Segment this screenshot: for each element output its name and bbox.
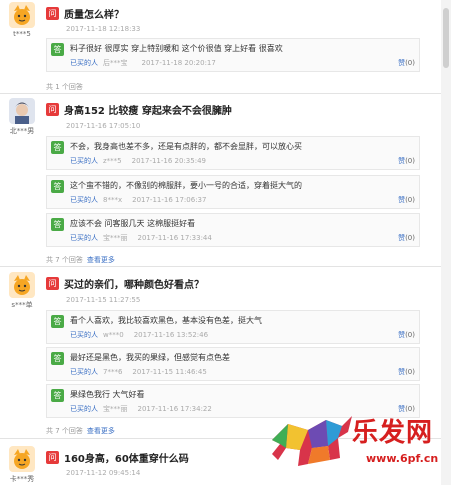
- like-count: (0): [405, 157, 415, 165]
- question-text[interactable]: 160身高，60体重穿什么码: [64, 450, 189, 465]
- like-button[interactable]: 赞(0): [398, 195, 415, 205]
- view-more-link[interactable]: 查看更多: [87, 256, 115, 264]
- answer-time: 2017-11-16 17:34:22: [137, 405, 212, 413]
- question-tag: 问: [46, 277, 59, 290]
- question-row: 问 质量怎么样？: [46, 6, 124, 21]
- answer-user: w***0: [103, 331, 124, 339]
- answer-text: 看个人喜欢，我比较喜欢黑色，基本没有色差，挺大气: [70, 316, 262, 325]
- answer-user: 8***x: [103, 196, 123, 204]
- answer-text: 这个蛮不错的，不像别的棉服胖，要小一号的合适，穿着挺大气的: [70, 181, 302, 190]
- like-count: (0): [405, 59, 415, 67]
- asker: s***单: [4, 272, 40, 310]
- answer-count-text: 共 7 个回答: [46, 256, 83, 264]
- watermark: 乐发网 www.6pf.cn: [268, 402, 448, 482]
- asker-username: 卡***秀: [9, 475, 35, 483]
- avatar[interactable]: [9, 446, 35, 472]
- like-count: (0): [405, 331, 415, 339]
- asker-username: 北***男: [9, 127, 35, 135]
- like-count: (0): [405, 234, 415, 242]
- buyer-label[interactable]: 已买的人: [70, 233, 98, 243]
- question-tag: 问: [46, 451, 59, 464]
- view-more-link[interactable]: 查看更多: [87, 427, 115, 435]
- answer-user: 后***宝: [103, 59, 128, 67]
- answer-card: 答不会，我身高也差不多，还是有点胖的，都不会显胖，可以放心买 已买的人 z***5…: [46, 136, 420, 170]
- answer-user: 宝***丽: [103, 234, 128, 242]
- answer-tag: 答: [51, 141, 64, 154]
- answer-card: 答应该不会 问客服几天 这棉服挺好看 已买的人 宝***丽 2017-11-16 1…: [46, 213, 420, 247]
- answer-time: 2017-11-15 11:46:45: [132, 368, 207, 376]
- answer-time: 2017-11-16 17:33:44: [137, 234, 212, 242]
- answer-card: 答这个蛮不错的，不像别的棉服胖，要小一号的合适，穿着挺大气的 已买的人 8***x…: [46, 175, 420, 209]
- answer-count-text: 共 7 个回答: [46, 427, 83, 435]
- answer-time: 2017-11-18 20:20:17: [141, 59, 216, 67]
- answer-card: 答最好还是黑色，我买的果绿，但感觉有点色差 已买的人 7***6 2017-11-1…: [46, 347, 420, 381]
- question-tag: 问: [46, 7, 59, 20]
- question-tag: 问: [46, 103, 59, 116]
- divider: [0, 266, 451, 267]
- like-count: (0): [405, 196, 415, 204]
- like-button[interactable]: 赞(0): [398, 156, 415, 166]
- like-button[interactable]: 赞(0): [398, 367, 415, 377]
- answer-time: 2017-11-16 20:35:49: [131, 157, 206, 165]
- watermark-url: www.6pf.cn: [366, 452, 439, 465]
- answer-time: 2017-11-16 13:52:46: [133, 331, 209, 339]
- like-button[interactable]: 赞(0): [398, 330, 415, 340]
- answer-tag: 答: [51, 180, 64, 193]
- answer-tag: 答: [51, 315, 64, 328]
- answer-time: 2017-11-16 17:06:37: [132, 196, 207, 204]
- question-time: 2017-11-15 11:27:55: [66, 296, 141, 304]
- answer-count-text: 共 1 个回答: [46, 83, 83, 91]
- answer-count: 共 1 个回答: [46, 82, 83, 92]
- answer-text: 应该不会 问客服几天 这棉服挺好看: [70, 219, 196, 228]
- answer-tag: 答: [51, 389, 64, 402]
- question-time: 2017-11-16 17:05:10: [66, 122, 141, 130]
- asker: 卡***秀: [4, 446, 40, 484]
- answer-tag: 答: [51, 43, 64, 56]
- answer-text: 料子很好 很厚实 穿上特别暖和 这个价很值 穿上好看 很喜欢: [70, 44, 283, 53]
- answer-text: 最好还是黑色，我买的果绿，但感觉有点色差: [70, 353, 230, 362]
- qa-page: t***5 问 质量怎么样？ 2017-11-18 12:18:33 答料子很好…: [0, 0, 451, 485]
- buyer-label[interactable]: 已买的人: [70, 330, 98, 340]
- avatar[interactable]: [9, 272, 35, 298]
- buyer-label[interactable]: 已买的人: [70, 195, 98, 205]
- question-text[interactable]: 身高152 比较瘦 穿起来会不会很臃肿: [64, 102, 232, 117]
- like-button[interactable]: 赞(0): [398, 58, 415, 68]
- question-row: 问 买过的亲们，哪种颜色好看点？: [46, 276, 204, 291]
- answer-count: 共 7 个回答 查看更多: [46, 426, 115, 436]
- question-text[interactable]: 质量怎么样？: [64, 6, 124, 21]
- like-count: (0): [405, 368, 415, 376]
- buyer-label[interactable]: 已买的人: [70, 367, 98, 377]
- question-row: 问 身高152 比较瘦 穿起来会不会很臃肿: [46, 102, 232, 117]
- watermark-title: 乐发网: [352, 418, 434, 448]
- buyer-label[interactable]: 已买的人: [70, 404, 98, 414]
- asker-username: s***单: [11, 301, 33, 309]
- question-text[interactable]: 买过的亲们，哪种颜色好看点？: [64, 276, 204, 291]
- answer-text: 不会，我身高也差不多，还是有点胖的，都不会显胖，可以放心买: [70, 142, 302, 151]
- like-button[interactable]: 赞(0): [398, 233, 415, 243]
- asker: t***5: [4, 2, 40, 38]
- asker-username: t***5: [13, 30, 31, 38]
- answer-tag: 答: [51, 352, 64, 365]
- avatar[interactable]: [9, 2, 35, 28]
- asker: 北***男: [4, 98, 40, 136]
- buyer-label[interactable]: 已买的人: [70, 156, 98, 166]
- question-time: 2017-11-12 09:45:14: [66, 469, 141, 477]
- answer-card: 答料子很好 很厚实 穿上特别暖和 这个价很值 穿上好看 很喜欢 已买的人 后***…: [46, 38, 420, 72]
- answer-user: z***5: [103, 157, 122, 165]
- bull-logo-icon: [272, 416, 352, 466]
- buyer-label[interactable]: 已买的人: [70, 58, 98, 68]
- question-time: 2017-11-18 12:18:33: [66, 25, 141, 33]
- answer-user: 宝***丽: [103, 405, 128, 413]
- scrollbar-thumb[interactable]: [443, 8, 449, 68]
- answer-tag: 答: [51, 218, 64, 231]
- answer-count: 共 7 个回答 查看更多: [46, 255, 115, 265]
- scrollbar[interactable]: [441, 0, 451, 485]
- divider: [0, 93, 451, 94]
- answer-user: 7***6: [103, 368, 123, 376]
- answer-card: 答看个人喜欢，我比较喜欢黑色，基本没有色差，挺大气 已买的人 w***0 2017-…: [46, 310, 420, 344]
- question-row: 问 160身高，60体重穿什么码: [46, 450, 189, 465]
- avatar[interactable]: [9, 98, 35, 124]
- answer-text: 果绿色我行 大气好看: [70, 390, 145, 399]
